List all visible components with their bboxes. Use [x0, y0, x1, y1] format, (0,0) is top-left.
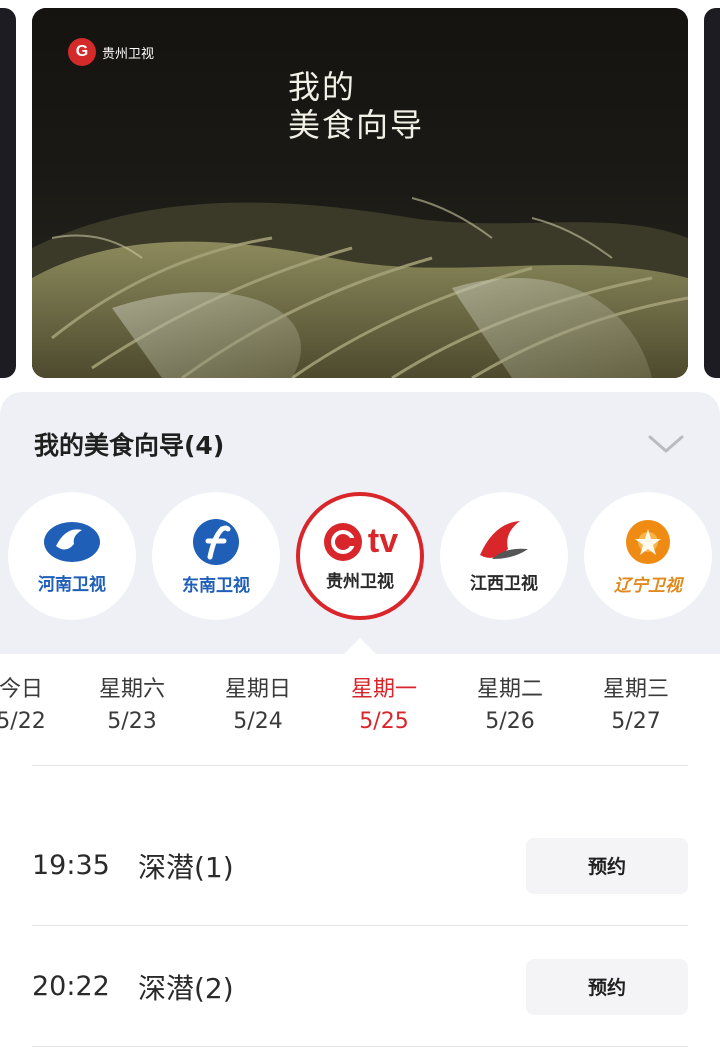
channel-dongnan[interactable]: 东南卫视: [152, 492, 280, 620]
date-tab-wed[interactable]: 星期三 5/27: [581, 674, 691, 738]
date-tab-sat[interactable]: 星期六 5/23: [77, 674, 187, 738]
channel-label: 河南卫视: [38, 574, 106, 595]
previous-banner-card[interactable]: [0, 8, 16, 378]
program-time: 20:22: [32, 971, 110, 1002]
reserve-button[interactable]: 预约: [526, 958, 688, 1015]
channel-liaoning[interactable]: 辽宁卫视: [584, 492, 712, 620]
banner-carousel[interactable]: G 贵州卫视 我的 美食向导: [0, 0, 720, 392]
date-tab-day: 星期日: [224, 677, 291, 702]
active-channel-pointer: [344, 638, 376, 654]
date-tab-day: 星期六: [98, 677, 165, 702]
program-row: 19:35 深潜(1) 预约: [32, 806, 688, 926]
date-tab-date: 5/22: [0, 709, 46, 734]
poster-title: 我的 美食向导: [288, 68, 468, 144]
date-tab-day: 星期二: [476, 677, 543, 702]
program-row: 20:22 深潜(2) 预约: [32, 927, 688, 1047]
collapse-button[interactable]: [646, 429, 686, 459]
tv-mark: tv: [367, 522, 399, 560]
schedule-sheet: 我的美食向导(4) 河南卫视 东南卫视 tv 贵州卫视 江西卫视 辽宁卫视 19…: [0, 392, 720, 1061]
channel-logo: G 贵州卫视: [68, 38, 154, 66]
date-tab-day: 星期三: [602, 677, 669, 702]
channel-logo-text: 贵州卫视: [102, 46, 155, 62]
date-tab-date: 5/24: [233, 709, 283, 734]
date-tab-day: 今日: [0, 677, 43, 702]
channel-label: 东南卫视: [182, 575, 250, 596]
program-title: 我的美食向导(4): [34, 431, 225, 460]
channel-jiangxi[interactable]: 江西卫视: [440, 492, 568, 620]
schedule-panel: 19:35 深潜(1) 预约 20:22 深潜(2) 预约 今日 5/22 星期…: [0, 654, 720, 1061]
channel-label: 江西卫视: [470, 573, 538, 594]
guizhou-tv-logo: tv: [322, 521, 398, 563]
date-tab-date: 5/25: [359, 709, 409, 734]
jiangxi-tv-icon: [480, 520, 528, 559]
program-name: 深潜(2): [138, 971, 234, 1005]
liaoning-tv-icon: [626, 519, 670, 564]
guizhou-tv-icon: [323, 522, 362, 561]
date-tabs: 今日 5/22 星期六 5/23 星期日 5/24 星期一 5/25 星期二 5…: [0, 654, 720, 762]
sheet-header: 我的美食向导(4): [34, 422, 686, 466]
guizhou-tv-icon: G: [68, 38, 96, 66]
channel-label: 贵州卫视: [326, 571, 394, 592]
date-tab-sun[interactable]: 星期日 5/24: [203, 674, 313, 738]
poster-title-line2: 美食向导: [288, 106, 425, 144]
reserve-button[interactable]: 预约: [526, 837, 688, 894]
dongnan-tv-icon: [193, 518, 239, 565]
poster-title-line1: 我的: [288, 68, 357, 106]
program-name: 深潜(1): [138, 850, 234, 884]
program-time: 19:35: [32, 850, 110, 881]
next-banner-card[interactable]: [704, 8, 720, 378]
program-poster[interactable]: G 贵州卫视 我的 美食向导: [32, 8, 688, 378]
date-tab-date: 5/26: [485, 709, 535, 734]
date-tab-today[interactable]: 今日 5/22: [0, 674, 76, 738]
date-tab-mon[interactable]: 星期一 5/25: [329, 674, 439, 738]
channel-henan[interactable]: 河南卫视: [8, 492, 136, 620]
channel-guizhou[interactable]: tv 贵州卫视: [296, 492, 424, 620]
date-tab-date: 5/27: [611, 709, 661, 734]
henan-tv-icon: [44, 521, 100, 562]
channel-selector: 河南卫视 东南卫视 tv 贵州卫视 江西卫视 辽宁卫视: [0, 492, 720, 622]
date-tab-tue[interactable]: 星期二 5/26: [455, 674, 565, 738]
chevron-down-icon: [648, 435, 684, 453]
channel-label: 辽宁卫视: [614, 575, 682, 596]
date-tab-date: 5/23: [107, 709, 157, 734]
date-tab-day: 星期一: [350, 677, 417, 702]
